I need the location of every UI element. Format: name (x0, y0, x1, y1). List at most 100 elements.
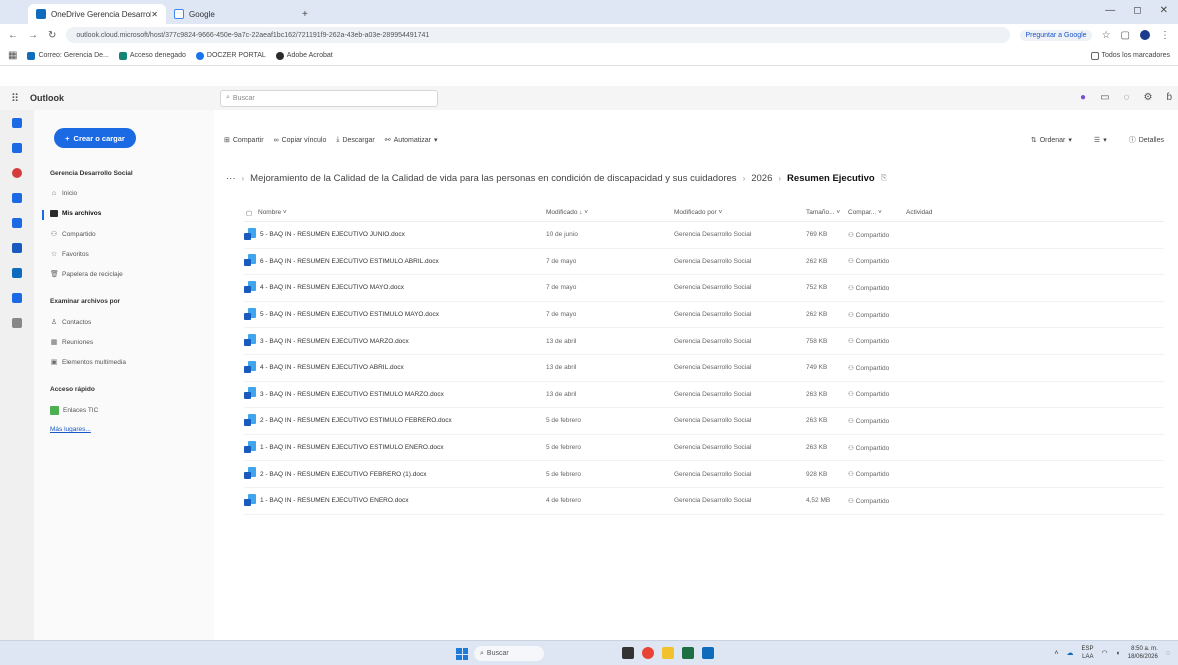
teams-icon[interactable] (12, 193, 22, 203)
table-row[interactable]: 2 - BAQ IN - RESUMEN EJECUTIVO ESTIMULO … (244, 408, 1164, 435)
sidebar-item-mis-archivos[interactable]: Mis archivos (50, 210, 101, 217)
sidebar-item-favoritos[interactable]: ☆ Favoritos (50, 250, 89, 259)
file-sharing[interactable]: ⚇ Compartido (848, 231, 906, 239)
apps-grid-icon[interactable]: ▦ (8, 50, 17, 61)
mail-icon[interactable] (12, 118, 22, 128)
file-name[interactable]: 1 - BAQ IN - RESUMEN EJECUTIVO ENERO.doc… (258, 497, 546, 504)
file-name[interactable]: 5 - BAQ IN - RESUMEN EJECUTIVO ESTIMULO … (258, 311, 546, 318)
file-name[interactable]: 3 - BAQ IN - RESUMEN EJECUTIVO ESTIMULO … (258, 391, 546, 398)
bookmark-item[interactable]: Correo: Gerencia De... (27, 51, 109, 60)
table-row[interactable]: 1 - BAQ IN - RESUMEN EJECUTIVO ESTIMULO … (244, 435, 1164, 462)
back-icon[interactable]: ← (8, 30, 18, 41)
close-tab-icon[interactable]: ✕ (151, 10, 158, 19)
extensions-icon[interactable]: ▢ (1121, 30, 1130, 41)
more-places-link[interactable]: Más lugares... (50, 426, 91, 433)
sidebar-item-compartido[interactable]: ⚇ Compartido (50, 230, 96, 239)
copy-link-button[interactable]: ∞ Copiar vínculo (274, 137, 327, 144)
chevron-up-icon[interactable]: ˄ (1054, 650, 1058, 657)
sidebar-item-papelera[interactable]: 🗑 Papelera de reciclaje (50, 270, 123, 279)
column-header-modified[interactable]: Modificado ↓ ˅ (546, 209, 674, 216)
download-button[interactable]: ⤓ Descargar (336, 136, 374, 144)
sidebar-item-inicio[interactable]: ⌂ Inicio (50, 190, 77, 197)
file-sharing[interactable]: ⚇ Compartido (848, 390, 906, 398)
task-view-icon[interactable] (622, 647, 634, 659)
column-header-name[interactable]: Nombre ˅ (258, 209, 546, 216)
minimize-icon[interactable]: — (1105, 5, 1115, 16)
breadcrumb-ellipsis[interactable]: ··· (226, 173, 236, 184)
chat-icon[interactable]: ▭ (1100, 92, 1109, 103)
bell-icon[interactable]: ◌ (1124, 92, 1130, 103)
star-bookmark-icon[interactable]: ☆ (1102, 30, 1111, 41)
file-sharing[interactable]: ⚇ Compartido (848, 444, 906, 452)
file-sharing[interactable]: ⚇ Compartido (848, 364, 906, 372)
outlook-icon[interactable] (702, 647, 714, 659)
table-row[interactable]: 5 - BAQ IN - RESUMEN EJECUTIVO JUNIO.doc… (244, 222, 1164, 249)
share-button[interactable]: ⊞ Compartir (224, 136, 264, 145)
sort-button[interactable]: ⇅ Ordenar ▾ (1031, 135, 1072, 145)
onedrive-tray-icon[interactable]: ☁ (1066, 649, 1073, 657)
url-field[interactable]: outlook.cloud.microsoft/host/377c9824-96… (66, 27, 1011, 43)
table-row[interactable]: 3 - BAQ IN - RESUMEN EJECUTIVO ESTIMULO … (244, 382, 1164, 409)
file-sharing[interactable]: ⚇ Compartido (848, 470, 906, 478)
volume-icon[interactable]: ◖ (1116, 650, 1120, 657)
apps-icon[interactable] (12, 293, 22, 303)
file-name[interactable]: 6 - BAQ IN - RESUMEN EJECUTIVO ESTIMULO … (258, 258, 546, 265)
word-icon[interactable] (12, 243, 22, 253)
breadcrumb-year[interactable]: 2026 (751, 173, 772, 184)
sidebar-item-reuniones[interactable]: ▦ Reuniones (50, 338, 93, 347)
file-sharing[interactable]: ⚇ Compartido (848, 257, 906, 265)
details-button[interactable]: ⓘ Detalles (1129, 135, 1164, 145)
table-row[interactable]: 3 - BAQ IN - RESUMEN EJECUTIVO MARZO.doc… (244, 328, 1164, 355)
bookmark-item[interactable]: Acceso denegado (118, 51, 186, 60)
gear-icon[interactable]: ⚙ (1143, 92, 1152, 103)
more-apps-icon[interactable] (12, 318, 22, 328)
file-sharing[interactable]: ⚇ Compartido (848, 337, 906, 345)
column-header-sharing[interactable]: Compar... ˅ (848, 209, 906, 216)
view-options-button[interactable]: ☰ ▾ (1094, 135, 1107, 145)
new-tab-button[interactable]: + (302, 9, 308, 20)
table-row[interactable]: 6 - BAQ IN - RESUMEN EJECUTIVO ESTIMULO … (244, 249, 1164, 276)
browser-tab-onedrive[interactable]: OneDrive Gerencia Desarrollo ✕ (28, 4, 166, 24)
copilot-icon[interactable]: ● (1080, 92, 1086, 103)
account-icon[interactable]: ɓ (1166, 92, 1172, 103)
table-row[interactable]: 5 - BAQ IN - RESUMEN EJECUTIVO ESTIMULO … (244, 302, 1164, 329)
create-upload-button[interactable]: + Crear o cargar (54, 128, 136, 148)
file-name[interactable]: 1 - BAQ IN - RESUMEN EJECUTIVO ESTIMULO … (258, 444, 546, 451)
bookmark-item[interactable]: DOCZER PORTAL (195, 51, 266, 60)
table-row[interactable]: 1 - BAQ IN - RESUMEN EJECUTIVO ENERO.doc… (244, 488, 1164, 515)
table-row[interactable]: 4 - BAQ IN - RESUMEN EJECUTIVO MAYO.docx… (244, 275, 1164, 302)
profile-avatar[interactable] (1140, 30, 1150, 40)
clock[interactable]: 8:50 a. m. 18/06/2026 (1128, 645, 1158, 661)
windows-start-icon[interactable] (456, 648, 468, 660)
file-explorer-icon[interactable] (662, 647, 674, 659)
file-name[interactable]: 4 - BAQ IN - RESUMEN EJECUTIVO ABRIL.doc… (258, 364, 546, 371)
calendar-icon[interactable] (12, 143, 22, 153)
maximize-icon[interactable]: ◻ (1133, 5, 1141, 16)
people-icon[interactable] (12, 168, 22, 178)
reload-icon[interactable]: ↻ (48, 30, 56, 41)
taskbar-search[interactable]: ⌕ Buscar (474, 646, 544, 661)
sidebar-item-enlaces-tic[interactable]: Enlaces TIC (50, 406, 98, 415)
chrome-icon[interactable] (642, 647, 654, 659)
browser-tab-google[interactable]: Google (166, 4, 286, 24)
file-name[interactable]: 5 - BAQ IN - RESUMEN EJECUTIVO JUNIO.doc… (258, 231, 546, 238)
breadcrumb-folder[interactable]: Mejoramiento de la Calidad de la Calidad… (250, 173, 736, 184)
copy-path-icon[interactable]: ⎘ (881, 173, 887, 183)
table-row[interactable]: 2 - BAQ IN - RESUMEN EJECUTIVO FEBRERO (… (244, 461, 1164, 488)
bookmark-item[interactable]: Adobe Acrobat (275, 51, 333, 60)
search-input[interactable]: ⌕ Buscar (220, 89, 438, 107)
file-name[interactable]: 2 - BAQ IN - RESUMEN EJECUTIVO FEBRERO (… (258, 471, 546, 478)
file-sharing[interactable]: ⚇ Compartido (848, 497, 906, 505)
file-sharing[interactable]: ⚇ Compartido (848, 284, 906, 292)
all-bookmarks[interactable]: Todos los marcadores (1090, 51, 1170, 60)
file-sharing[interactable]: ⚇ Compartido (848, 417, 906, 425)
column-header-size[interactable]: Tamaño... ˅ (806, 209, 848, 216)
file-name[interactable]: 2 - BAQ IN - RESUMEN EJECUTIVO ESTIMULO … (258, 417, 546, 424)
column-header-activity[interactable]: Actividad (906, 209, 1006, 216)
excel-icon[interactable] (682, 647, 694, 659)
ask-google-button[interactable]: Preguntar a Google (1020, 29, 1092, 41)
sidebar-item-contactos[interactable]: ♙ Contactos (50, 318, 91, 327)
wifi-icon[interactable]: ◠ (1101, 649, 1107, 657)
file-name[interactable]: 4 - BAQ IN - RESUMEN EJECUTIVO MAYO.docx (258, 284, 546, 291)
automate-button[interactable]: ⚯ Automatizar ▾ (385, 136, 438, 145)
